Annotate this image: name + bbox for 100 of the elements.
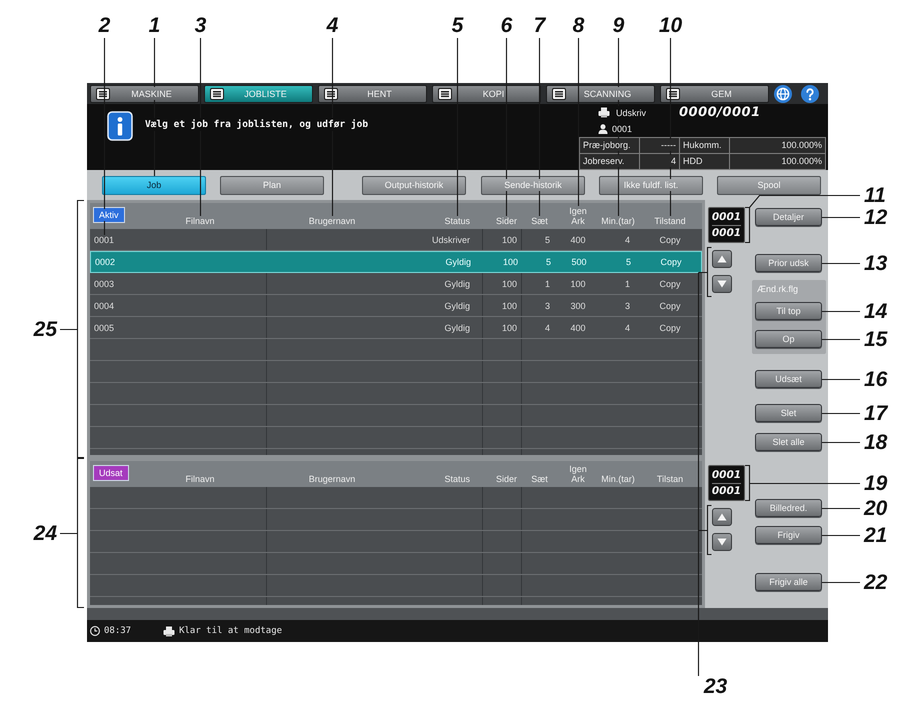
action-button[interactable]: Op — [755, 330, 822, 348]
action-button[interactable]: Detaljer — [755, 208, 822, 226]
table-cell: 400 — [570, 234, 586, 244]
callout-number: 20 — [864, 499, 888, 519]
table-cell: Copy — [659, 234, 680, 244]
table-cell: Udskriver — [432, 234, 470, 244]
leader-line — [822, 262, 860, 264]
action-button[interactable]: Frigiv alle — [755, 573, 822, 591]
status-time: 08:37 — [104, 626, 132, 636]
action-button[interactable]: Billedred. — [755, 499, 822, 517]
callout-number: 21 — [864, 526, 888, 546]
table-row[interactable]: 0002 Gyldig 100 5 500 5 Copy — [90, 251, 702, 273]
callout-number: 2 — [98, 16, 110, 36]
callout-number: 19 — [864, 474, 888, 494]
leader-line — [822, 508, 860, 510]
table-row[interactable]: 0004 Gyldig 100 3 300 3 Copy — [90, 295, 702, 317]
table-cell: Copy — [659, 278, 680, 288]
table-cell: 100 — [570, 278, 586, 288]
action-button[interactable]: Slet alle — [755, 433, 822, 451]
table-cell: 100 — [502, 234, 517, 244]
table-cell: 4 — [624, 234, 630, 244]
callout-number: 12 — [864, 208, 888, 228]
callout-number: 6 — [500, 16, 512, 36]
table-cell: 0004 — [94, 300, 114, 310]
message-text: Vælg et job fra joblisten, og udfør job — [145, 119, 368, 130]
table-row[interactable]: 0001 Udskriver 100 5 400 4 Copy — [90, 229, 702, 251]
table-cell: 100 — [502, 300, 517, 310]
subtab[interactable]: Plan — [220, 176, 324, 194]
scroll-up-button[interactable] — [712, 508, 732, 526]
up-triangle-icon — [717, 513, 727, 521]
callout-number: 22 — [864, 573, 888, 593]
table-cell: 0001 — [94, 234, 114, 244]
subtab[interactable]: Sende-historik — [481, 176, 585, 194]
action-button[interactable]: Udsæt — [755, 370, 822, 388]
table-row[interactable]: 0005 Gyldig 100 4 400 4 Copy — [90, 317, 702, 339]
scroll-down-button[interactable] — [712, 275, 732, 293]
scroll-down-button[interactable] — [712, 533, 732, 551]
table-cell: 5 — [626, 257, 631, 267]
subtab[interactable]: Output-historik — [362, 176, 466, 194]
callout-number: 8 — [572, 16, 584, 36]
table-cell: 0003 — [94, 278, 114, 288]
status-message: Klar til at modtage — [179, 626, 282, 636]
callout-number: 3 — [194, 16, 206, 36]
table-cell: 4 — [624, 322, 630, 332]
list-icon — [552, 88, 566, 100]
tab[interactable]: KOPI — [432, 84, 541, 102]
leader-line — [822, 534, 860, 536]
column-header: Filnavn — [185, 216, 214, 226]
action-button[interactable]: Prior udsk — [755, 254, 822, 272]
tab[interactable]: HENT — [318, 84, 427, 102]
print-label: Udskriv — [616, 108, 648, 118]
table-cell: 5 — [544, 234, 550, 244]
table-cell: Gyldig — [444, 322, 470, 332]
action-button[interactable]: Slet — [755, 404, 822, 422]
subtab[interactable]: Spool — [717, 176, 821, 194]
down-triangle-icon — [717, 538, 727, 546]
printer-icon — [598, 107, 610, 118]
table-cell: 100 — [502, 257, 518, 267]
user-id: 0001 — [612, 124, 632, 134]
table-cell: 0005 — [94, 322, 114, 332]
callout-number: 24 — [34, 524, 57, 544]
info-value: 100.000% — [730, 154, 826, 170]
list-icon — [324, 88, 338, 100]
column-header: Min.(tar) — [601, 216, 635, 226]
table-cell: 100 — [502, 322, 517, 332]
scroll-up-button[interactable] — [712, 250, 732, 268]
action-button[interactable]: Til top — [755, 302, 822, 320]
tab[interactable]: JOBLISTE — [204, 84, 313, 102]
column-header: Filnavn — [185, 474, 214, 484]
column-header: Igen Ark — [569, 464, 587, 484]
counter-value: 0001 — [712, 484, 742, 498]
subtab[interactable]: Ikke fuldf. list. — [599, 176, 703, 194]
column-header: Igen Ark — [569, 206, 587, 226]
table-cell: 400 — [570, 322, 586, 332]
globe-icon[interactable] — [774, 84, 792, 102]
callout-number: 18 — [864, 433, 888, 453]
column-header: Status — [444, 474, 470, 484]
list-icon — [210, 88, 224, 100]
help-icon[interactable] — [801, 84, 819, 102]
table-cell: 4 — [544, 322, 550, 332]
counter-value: 0001 — [712, 226, 742, 240]
table-cell: 1 — [624, 278, 630, 288]
tab[interactable]: MASKINE — [90, 84, 199, 102]
leader-line — [822, 582, 860, 584]
column-header: Min.(tar) — [601, 474, 635, 484]
callout-number: 11 — [864, 186, 886, 206]
subtab[interactable]: Job — [102, 176, 206, 194]
tab[interactable]: SCANNING — [546, 84, 655, 102]
callout-number: 25 — [34, 320, 57, 340]
table-cell: 100 — [502, 278, 517, 288]
column-header: Sæt — [531, 474, 548, 484]
group-label: Ænd.rk.flg — [757, 283, 798, 295]
info-label: Jobreserv. — [580, 154, 640, 170]
action-button[interactable]: Frigiv — [755, 526, 822, 544]
callout-number: 5 — [452, 16, 464, 36]
tab[interactable]: GEM — [660, 84, 769, 102]
print-counter: 0000/0001 — [679, 105, 761, 120]
list-icon — [438, 88, 452, 100]
callout-number: 17 — [864, 404, 888, 424]
table-row[interactable]: 0003 Gyldig 100 1 100 1 Copy — [90, 273, 702, 295]
